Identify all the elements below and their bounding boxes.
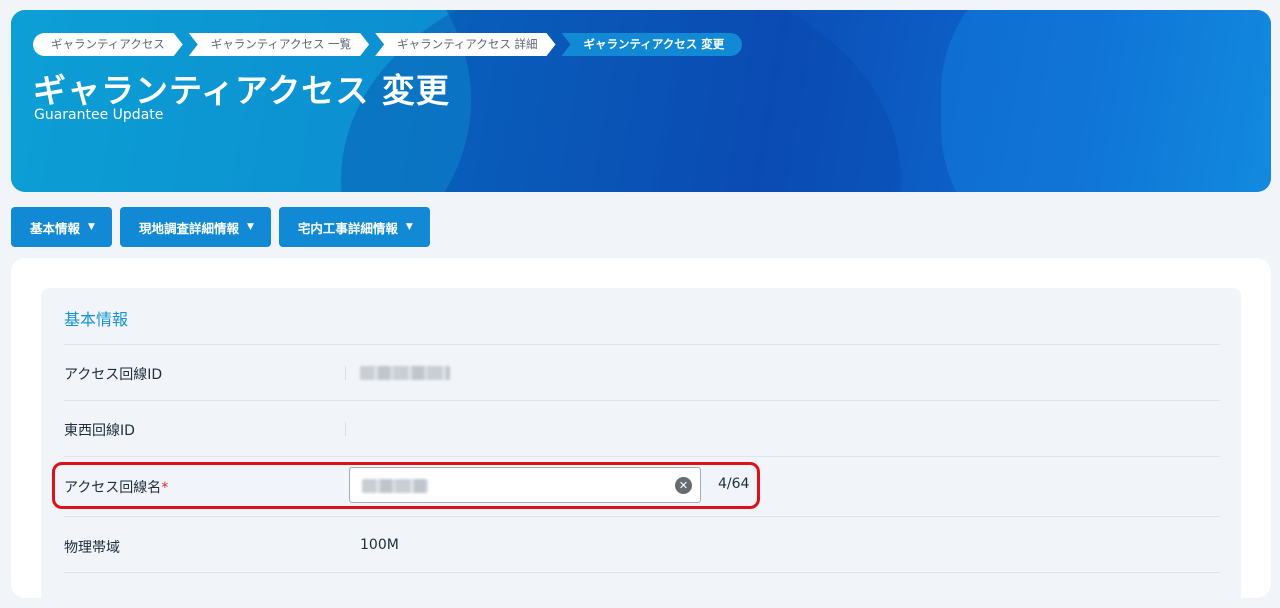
banner-decoration [941, 10, 1271, 192]
clear-icon[interactable]: ✕ [675, 477, 692, 494]
section-tabs: 基本情報 ▼ 現地調査詳細情報 ▼ 宅内工事詳細情報 ▼ [11, 207, 430, 247]
field-row-access-line-name: アクセス回線名* ✕ 4/64 [64, 456, 1220, 516]
access-line-name-input[interactable]: ✕ [349, 467, 701, 503]
field-label: アクセス回線名* [64, 477, 168, 497]
caret-down-icon: ▼ [246, 222, 254, 232]
tab-label: 現地調査詳細情報 [138, 220, 239, 236]
breadcrumb-item-guarantee-list[interactable]: ギャランティアクセス 一覧 [189, 33, 369, 56]
caret-down-icon: ▼ [405, 222, 413, 232]
char-counter: 4/64 [718, 476, 750, 492]
header-banner: ギャランティアクセス ギャランティアクセス 一覧 ギャランティアクセス 詳細 ギ… [11, 10, 1271, 192]
content-card: 基本情報 アクセス回線ID 東西回線ID アクセス回線名* ✕ 4/64 物理帯… [11, 258, 1271, 608]
field-row-physical-bandwidth: 物理帯域 100M [64, 516, 1220, 572]
page-title: ギャランティアクセス 変更 [33, 71, 450, 110]
field-label: 物理帯域 [64, 540, 120, 556]
field-label: アクセス回線ID [64, 367, 163, 383]
breadcrumb-item-guarantee-detail[interactable]: ギャランティアクセス 詳細 [375, 33, 555, 56]
field-value: 100M [360, 537, 399, 553]
tab-site-survey-info[interactable]: 現地調査詳細情報 ▼ [119, 207, 271, 247]
breadcrumb: ギャランティアクセス ギャランティアクセス 一覧 ギャランティアクセス 詳細 ギ… [33, 33, 748, 56]
page-subtitle: Guarantee Update [34, 107, 164, 123]
field-row-east-west-line-id: 東西回線ID [64, 400, 1220, 456]
tab-indoor-work-info[interactable]: 宅内工事詳細情報 ▼ [278, 207, 430, 247]
redacted-value [362, 479, 428, 493]
divider [345, 422, 346, 436]
field-label-text: アクセス回線名 [64, 480, 162, 496]
breadcrumb-item-guarantee-update: ギャランティアクセス 変更 [561, 33, 743, 56]
caret-down-icon: ▼ [88, 222, 95, 232]
field-value-redacted [360, 366, 450, 384]
basic-info-section: 基本情報 アクセス回線ID 東西回線ID アクセス回線名* ✕ 4/64 物理帯… [41, 288, 1241, 608]
divider [345, 366, 346, 380]
tab-label: 宅内工事詳細情報 [297, 220, 398, 236]
required-mark: * [161, 480, 169, 496]
breadcrumb-item-guarantee-access[interactable]: ギャランティアクセス [33, 33, 183, 56]
redacted-value [360, 366, 450, 380]
tab-basic-info[interactable]: 基本情報 ▼ [11, 207, 112, 247]
field-label: 東西回線ID [64, 423, 135, 439]
section-title: 基本情報 [64, 310, 129, 329]
field-row-access-line-id: アクセス回線ID [64, 344, 1220, 400]
tab-label: 基本情報 [30, 220, 81, 236]
